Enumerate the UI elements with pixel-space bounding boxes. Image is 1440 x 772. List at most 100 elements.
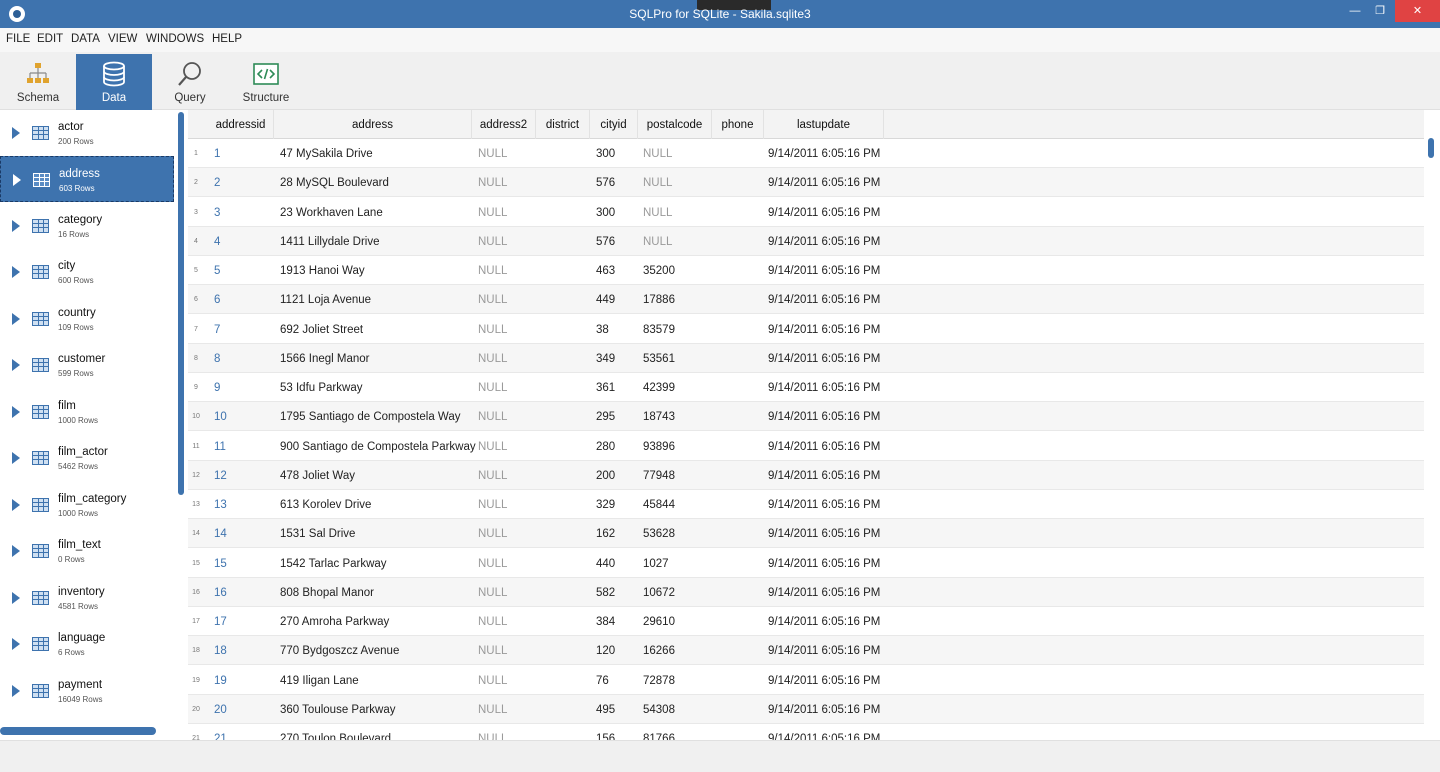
cell-cityid[interactable]: 495	[596, 704, 615, 716]
cell-address[interactable]: 478 Joliet Way	[280, 470, 355, 482]
grid-vertical-scrollbar[interactable]	[1428, 138, 1434, 158]
table-row[interactable]: 7 7 692 Joliet Street NULL 38 83579 9/14/2011 …	[188, 315, 1424, 344]
cell-address[interactable]: 23 Workhaven Lane	[280, 207, 383, 219]
cell-cityid[interactable]: 162	[596, 528, 615, 540]
cell-postalcode[interactable]: 53628	[643, 528, 675, 540]
cell-cityid[interactable]: 300	[596, 148, 615, 160]
cell-cityid[interactable]: 576	[596, 236, 615, 248]
cell-cityid[interactable]: 349	[596, 353, 615, 365]
table-row[interactable]: 14 14 1531 Sal Drive NULL 162 53628 9/14/2011 …	[188, 519, 1424, 549]
cell-addressid[interactable]: 8	[214, 353, 220, 365]
cell-cityid[interactable]: 120	[596, 645, 615, 657]
table-item-film-text[interactable]: film_text 0 Rows	[0, 528, 174, 574]
cell-address2[interactable]: NULL	[478, 411, 507, 423]
cell-lastupdate[interactable]: 9/14/2011 6:05:16 PM	[768, 587, 880, 599]
cell-postalcode[interactable]: 1027	[643, 558, 669, 570]
table-row[interactable]: 21 21 270 Toulon Boulevard NULL 156 81766 9/14…	[188, 724, 1424, 740]
cell-postalcode[interactable]: 83579	[643, 324, 675, 336]
menu-windows[interactable]: WINDOWS	[146, 33, 204, 45]
cell-address[interactable]: 1913 Hanoi Way	[280, 265, 365, 277]
cell-addressid[interactable]: 1	[214, 148, 220, 160]
cell-postalcode[interactable]: 72878	[643, 675, 675, 687]
cell-lastupdate[interactable]: 9/14/2011 6:05:16 PM	[768, 236, 880, 248]
cell-cityid[interactable]: 156	[596, 733, 615, 740]
cell-address[interactable]: 360 Toulouse Parkway	[280, 704, 396, 716]
query-button[interactable]: Query	[152, 54, 228, 110]
cell-cityid[interactable]: 200	[596, 470, 615, 482]
cell-lastupdate[interactable]: 9/14/2011 6:05:16 PM	[768, 704, 880, 716]
cell-addressid[interactable]: 15	[214, 558, 227, 570]
cell-addressid[interactable]: 5	[214, 265, 220, 277]
table-item-film-actor[interactable]: film_actor 5462 Rows	[0, 435, 174, 481]
column-header-postalcode[interactable]: postalcode	[638, 110, 712, 139]
cell-lastupdate[interactable]: 9/14/2011 6:05:16 PM	[768, 645, 880, 657]
table-item-language[interactable]: language 6 Rows	[0, 621, 174, 667]
cell-address2[interactable]: NULL	[478, 470, 507, 482]
column-header-address[interactable]: address	[274, 110, 472, 139]
cell-cityid[interactable]: 295	[596, 411, 615, 423]
table-row[interactable]: 13 13 613 Korolev Drive NULL 329 45844 9/14/20…	[188, 490, 1424, 519]
cell-cityid[interactable]: 576	[596, 177, 615, 189]
structure-button[interactable]: Structure	[228, 54, 304, 110]
cell-address[interactable]: 28 MySQL Boulevard	[280, 177, 389, 189]
table-row[interactable]: 15 15 1542 Tarlac Parkway NULL 440 1027 9/14/2…	[188, 549, 1424, 578]
cell-addressid[interactable]: 13	[214, 499, 227, 511]
cell-cityid[interactable]: 384	[596, 616, 615, 628]
cell-lastupdate[interactable]: 9/14/2011 6:05:16 PM	[768, 148, 880, 160]
cell-addressid[interactable]: 19	[214, 675, 227, 687]
sidebar-horizontal-scrollbar[interactable]	[0, 727, 156, 735]
column-header-lastupdate[interactable]: lastupdate	[764, 110, 884, 139]
cell-lastupdate[interactable]: 9/14/2011 6:05:16 PM	[768, 441, 880, 453]
cell-addressid[interactable]: 21	[214, 733, 227, 740]
expand-arrow-icon[interactable]	[12, 266, 20, 278]
cell-address2[interactable]: NULL	[478, 382, 507, 394]
cell-address[interactable]: 1566 Inegl Manor	[280, 353, 370, 365]
expand-arrow-icon[interactable]	[12, 638, 20, 650]
menu-view[interactable]: VIEW	[108, 33, 137, 45]
column-header-district[interactable]: district	[536, 110, 590, 139]
cell-postalcode[interactable]: NULL	[643, 236, 672, 248]
cell-addressid[interactable]: 20	[214, 704, 227, 716]
table-row[interactable]: 9 9 53 Idfu Parkway NULL 361 42399 9/14/2011 6…	[188, 373, 1424, 402]
table-item-film-category[interactable]: film_category 1000 Rows	[0, 482, 174, 528]
cell-lastupdate[interactable]: 9/14/2011 6:05:16 PM	[768, 733, 880, 740]
cell-postalcode[interactable]: 81766	[643, 733, 675, 740]
expand-arrow-icon[interactable]	[12, 313, 20, 325]
cell-address[interactable]: 419 Iligan Lane	[280, 675, 359, 687]
cell-lastupdate[interactable]: 9/14/2011 6:05:16 PM	[768, 207, 880, 219]
expand-arrow-icon[interactable]	[12, 685, 20, 697]
cell-address[interactable]: 613 Korolev Drive	[280, 499, 371, 511]
table-row[interactable]: 5 5 1913 Hanoi Way NULL 463 35200 9/14/2011 6:…	[188, 256, 1424, 285]
cell-address2[interactable]: NULL	[478, 616, 507, 628]
cell-postalcode[interactable]: 10672	[643, 587, 675, 599]
cell-postalcode[interactable]: 18743	[643, 411, 675, 423]
column-header-cityid[interactable]: cityid	[590, 110, 638, 139]
expand-arrow-icon[interactable]	[12, 499, 20, 511]
sidebar-vertical-scrollbar[interactable]	[178, 112, 184, 495]
cell-address2[interactable]: NULL	[478, 353, 507, 365]
table-item-city[interactable]: city 600 Rows	[0, 249, 174, 295]
expand-arrow-icon[interactable]	[12, 592, 20, 604]
cell-lastupdate[interactable]: 9/14/2011 6:05:16 PM	[768, 411, 880, 423]
cell-addressid[interactable]: 12	[214, 470, 227, 482]
table-item-address[interactable]: address 603 Rows	[0, 156, 174, 202]
table-item-customer[interactable]: customer 599 Rows	[0, 342, 174, 388]
cell-cityid[interactable]: 329	[596, 499, 615, 511]
cell-lastupdate[interactable]: 9/14/2011 6:05:16 PM	[768, 324, 880, 336]
table-row[interactable]: 3 3 23 Workhaven Lane NULL 300 NULL 9/14/2011 …	[188, 198, 1424, 227]
expand-arrow-icon[interactable]	[12, 220, 20, 232]
cell-addressid[interactable]: 14	[214, 528, 227, 540]
menu-file[interactable]: FILE	[6, 33, 30, 45]
cell-addressid[interactable]: 3	[214, 207, 220, 219]
cell-addressid[interactable]: 16	[214, 587, 227, 599]
cell-cityid[interactable]: 280	[596, 441, 615, 453]
cell-lastupdate[interactable]: 9/14/2011 6:05:16 PM	[768, 675, 880, 687]
column-header-phone[interactable]: phone	[712, 110, 764, 139]
cell-lastupdate[interactable]: 9/14/2011 6:05:16 PM	[768, 294, 880, 306]
cell-addressid[interactable]: 7	[214, 324, 220, 336]
column-header-address2[interactable]: address2	[472, 110, 536, 139]
expand-arrow-icon[interactable]	[13, 174, 21, 186]
cell-cityid[interactable]: 361	[596, 382, 615, 394]
table-item-inventory[interactable]: inventory 4581 Rows	[0, 575, 174, 621]
cell-address[interactable]: 1795 Santiago de Compostela Way	[280, 411, 461, 423]
